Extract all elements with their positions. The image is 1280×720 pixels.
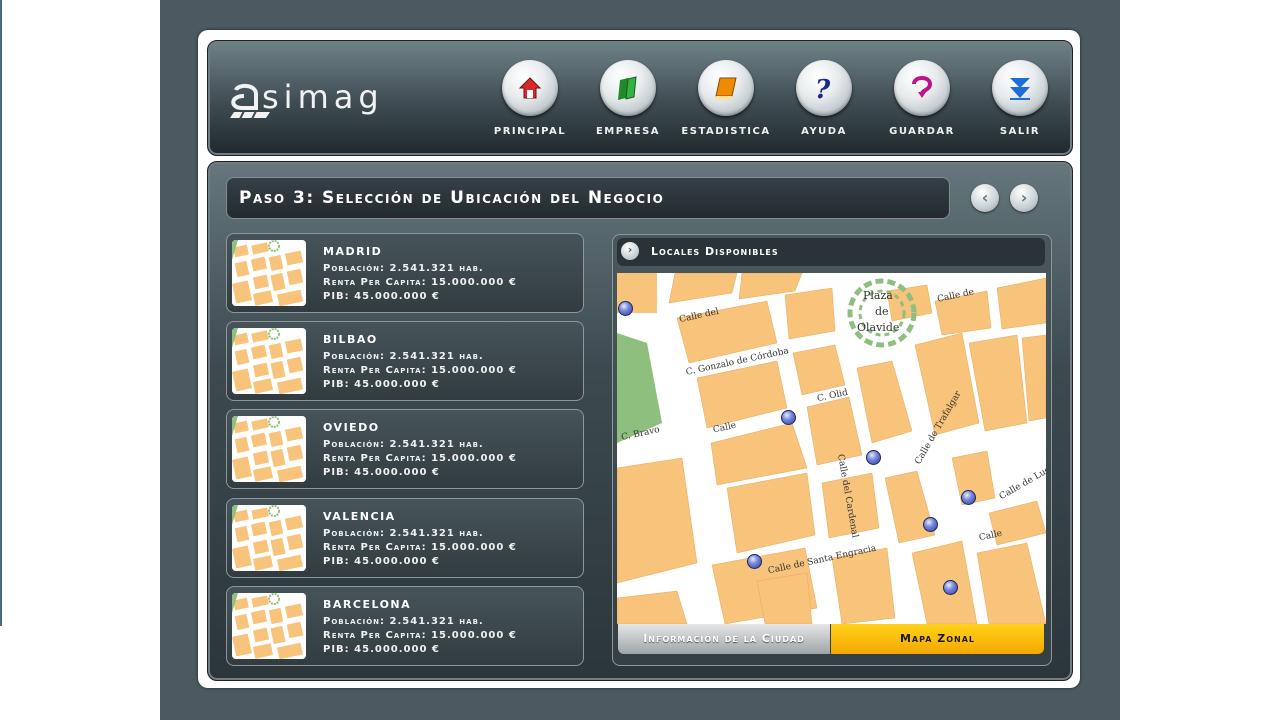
city-gdp: PIB: 45.000.000 € xyxy=(323,644,440,655)
location-pin[interactable] xyxy=(961,490,976,505)
chevron-left-icon: ‹ xyxy=(981,188,989,207)
city-name: OVIEDO xyxy=(323,421,380,434)
location-pin[interactable] xyxy=(923,517,938,532)
svg-text:?: ? xyxy=(815,75,831,102)
city-map-thumbnail xyxy=(232,240,306,306)
city-gdp: PIB: 45.000.000 € xyxy=(323,467,440,478)
map-street-label: Olavide xyxy=(857,321,900,334)
next-step-button[interactable]: › xyxy=(1010,184,1038,212)
city-map-thumbnail xyxy=(232,416,306,482)
city-card-valencia[interactable]: VALENCIA Población: 2.541.321 hab. Renta… xyxy=(226,498,584,578)
location-pin[interactable] xyxy=(781,410,796,425)
city-gdp: PIB: 45.000.000 € xyxy=(323,291,440,302)
city-income: Renta Per Capita: 15.000.000 € xyxy=(323,453,517,464)
city-income: Renta Per Capita: 15.000.000 € xyxy=(323,630,517,641)
chart-book-icon xyxy=(715,77,737,100)
nav-empresa-button[interactable]: EMPRESA xyxy=(578,60,678,144)
location-pin[interactable] xyxy=(866,450,881,465)
exit-icon xyxy=(1010,78,1030,100)
city-card-oviedo[interactable]: OVIEDO Población: 2.541.321 hab. Renta P… xyxy=(226,409,584,489)
street-map[interactable]: Plaza de Olavide Calle del Calle de C. G… xyxy=(617,273,1046,624)
city-name: MADRID xyxy=(323,245,383,258)
map-title-bar: › Locales Disponibles xyxy=(617,238,1045,266)
books-icon xyxy=(618,76,637,100)
city-income: Renta Per Capita: 15.000.000 € xyxy=(323,365,517,376)
nav-principal-label: PRINCIPAL xyxy=(493,126,567,137)
city-name: BILBAO xyxy=(323,333,378,346)
previous-step-button[interactable]: ‹ xyxy=(971,184,999,212)
city-map-thumbnail xyxy=(232,505,306,571)
city-income: Renta Per Capita: 15.000.000 € xyxy=(323,542,517,553)
location-pin[interactable] xyxy=(943,580,958,595)
nav-guardar-label: GUARDAR xyxy=(889,126,955,137)
nav-salir-label: SALIR xyxy=(999,126,1041,137)
city-name: VALENCIA xyxy=(323,510,396,523)
nav-ayuda-button[interactable]: ? AYUDA xyxy=(774,60,874,144)
city-name: BARCELONA xyxy=(323,598,412,611)
city-card-madrid[interactable]: MADRID Población: 2.541.321 hab. Renta P… xyxy=(226,233,584,313)
map-street-label: de xyxy=(875,305,889,318)
city-income: Renta Per Capita: 15.000.000 € xyxy=(323,277,517,288)
city-population: Población: 2.541.321 hab. xyxy=(323,616,484,627)
nav-ayuda-label: AYUDA xyxy=(801,126,847,137)
city-population: Población: 2.541.321 hab. xyxy=(323,263,484,274)
map-title: Locales Disponibles xyxy=(651,245,779,258)
nav-salir-button[interactable]: SALIR xyxy=(970,60,1070,144)
city-population: Población: 2.541.321 hab. xyxy=(323,351,484,362)
city-gdp: PIB: 45.000.000 € xyxy=(323,379,440,390)
save-icon xyxy=(912,76,933,98)
step-title-bar: Paso 3: Selección de Ubicación del Negoc… xyxy=(226,177,950,219)
home-icon xyxy=(518,77,542,99)
tab-city-info[interactable]: Información de la Ciudad xyxy=(618,624,830,654)
city-map-thumbnail xyxy=(232,593,306,659)
location-pin[interactable] xyxy=(618,301,633,316)
chevron-right-icon: › xyxy=(1020,188,1028,207)
nav-guardar-button[interactable]: GUARDAR xyxy=(872,60,972,144)
nav-estadistica-label: ESTADISTICA xyxy=(681,126,771,137)
city-card-bilbao[interactable]: BILBAO Población: 2.541.321 hab. Renta P… xyxy=(226,321,584,401)
city-card-barcelona[interactable]: BARCELONA Población: 2.541.321 hab. Rent… xyxy=(226,586,584,666)
nav-estadistica-button[interactable]: ESTADISTICA xyxy=(676,60,776,144)
city-population: Población: 2.541.321 hab. xyxy=(323,528,484,539)
map-street-label: Plaza xyxy=(863,289,893,302)
left-edge-strip xyxy=(0,0,2,626)
city-map-thumbnail xyxy=(232,328,306,394)
logo-text: simag xyxy=(262,78,384,116)
location-pin[interactable] xyxy=(747,554,762,569)
chevron-right-icon[interactable]: › xyxy=(621,242,639,260)
help-icon: ? xyxy=(815,75,831,102)
nav-empresa-label: EMPRESA xyxy=(595,126,661,137)
tab-zone-map[interactable]: Mapa Zonal xyxy=(831,624,1044,654)
city-gdp: PIB: 45.000.000 € xyxy=(323,556,440,567)
nav-principal-button[interactable]: PRINCIPAL xyxy=(480,60,580,144)
page-title: Paso 3: Selección de Ubicación del Negoc… xyxy=(239,188,665,208)
city-population: Población: 2.541.321 hab. xyxy=(323,439,484,450)
